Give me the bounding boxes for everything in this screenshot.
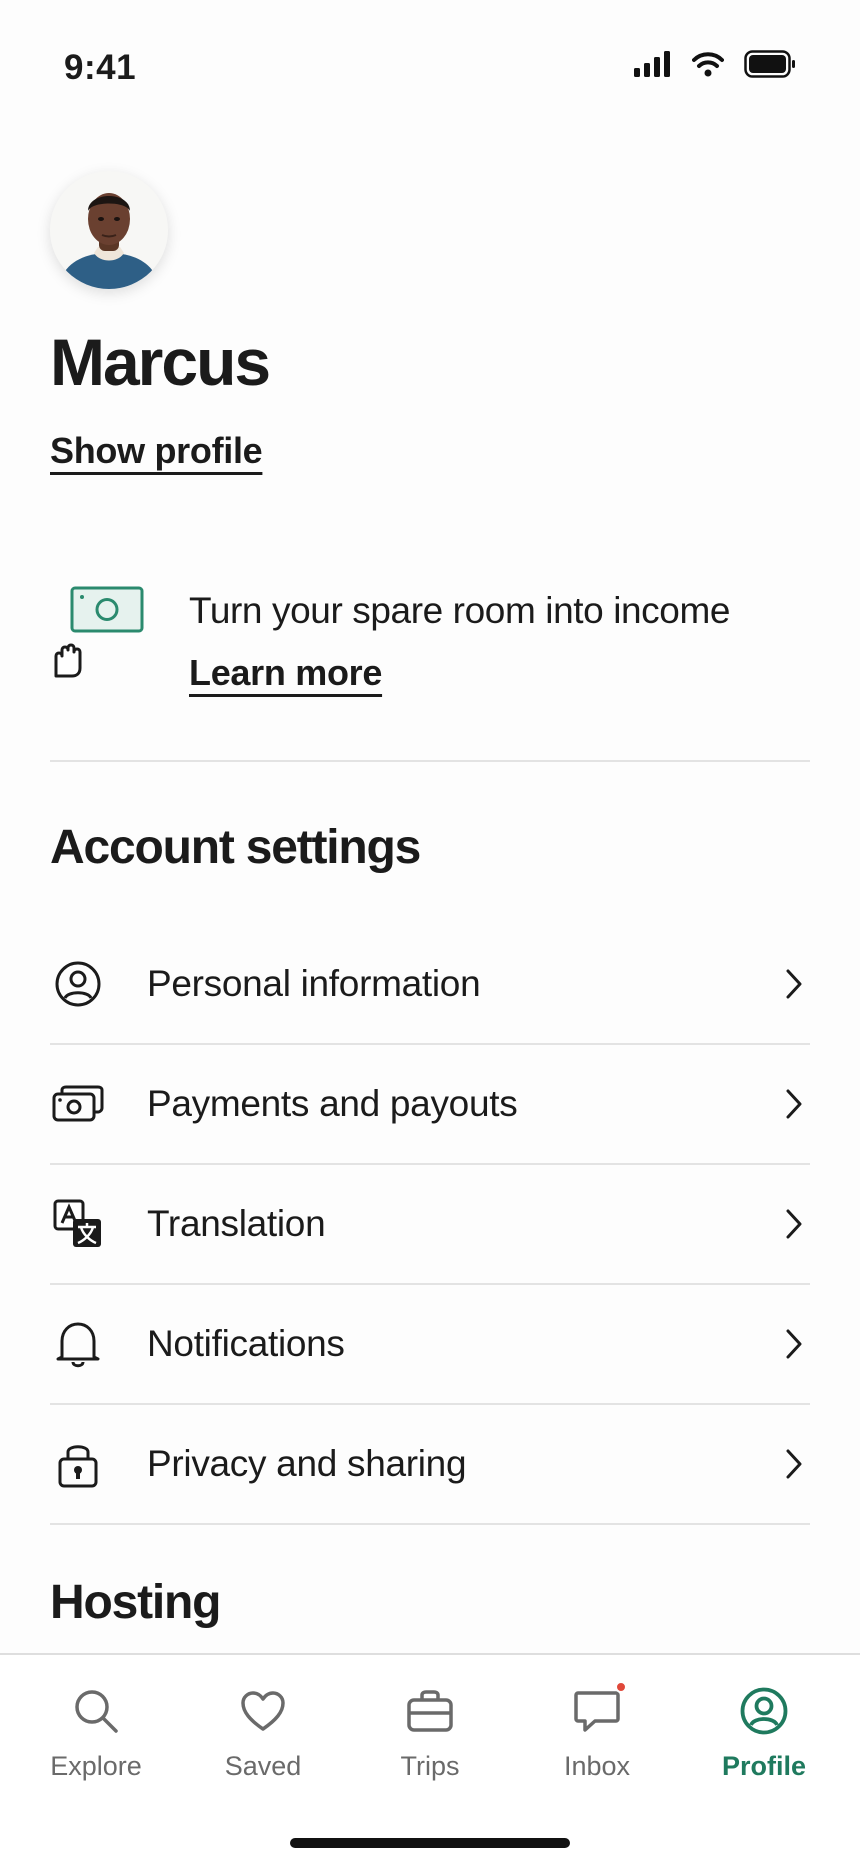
tab-label: Profile: [721, 1751, 807, 1781]
hosting-title: Hosting: [50, 1576, 221, 1629]
tab-bar: Explore Saved Trips Inbox Profile: [0, 1653, 860, 1864]
tab-profile[interactable]: Profile: [684, 1655, 844, 1795]
tab-label: Trips: [400, 1751, 460, 1781]
promo-text: Turn your spare room into income: [189, 590, 731, 631]
tab-label: Saved: [224, 1751, 302, 1781]
profile-icon: [739, 1685, 789, 1737]
status-time: 9:41: [64, 48, 137, 87]
status-bar: 9:41: [0, 0, 860, 130]
tab-explore[interactable]: Explore: [16, 1655, 176, 1795]
host-promo-banner[interactable]: Turn your spare room into income Learn m…: [50, 580, 810, 760]
tab-inbox[interactable]: Inbox: [517, 1655, 677, 1795]
settings-row-payments-and-payouts[interactable]: Payments and payouts: [50, 1045, 810, 1165]
divider: [50, 760, 810, 762]
settings-row-personal-information[interactable]: Personal information: [50, 925, 810, 1045]
battery-icon: [744, 50, 795, 78]
show-profile-link[interactable]: Show profile: [50, 430, 263, 472]
account-settings-title: Account settings: [50, 821, 421, 874]
settings-row-label: Translation: [147, 1203, 326, 1244]
avatar[interactable]: [50, 171, 168, 289]
briefcase-icon: [406, 1685, 454, 1737]
settings-row-notifications[interactable]: Notifications: [50, 1285, 810, 1405]
chevron-right-icon: [786, 1209, 802, 1239]
hand-with-cash-icon: [54, 586, 144, 678]
tab-trips[interactable]: Trips: [350, 1655, 510, 1795]
status-icons: [634, 50, 796, 78]
chat-bubble-icon: [573, 1681, 627, 1737]
heart-icon: [240, 1685, 286, 1737]
tab-saved[interactable]: Saved: [183, 1655, 343, 1795]
search-icon: [73, 1685, 119, 1737]
settings-row-translation[interactable]: Translation: [50, 1165, 810, 1285]
translate-icon: [50, 1196, 106, 1252]
user-circle-icon: [50, 956, 106, 1012]
banknotes-icon: [50, 1076, 106, 1132]
avatar-photo: [50, 171, 168, 289]
chevron-right-icon: [786, 1089, 802, 1119]
chevron-right-icon: [786, 1329, 802, 1359]
chevron-right-icon: [786, 1449, 802, 1479]
tab-label: Inbox: [563, 1751, 631, 1781]
bell-icon: [50, 1316, 106, 1372]
chevron-right-icon: [786, 969, 802, 999]
settings-row-label: Payments and payouts: [147, 1083, 518, 1124]
learn-more-link[interactable]: Learn more: [189, 652, 382, 694]
wifi-icon: [692, 52, 724, 77]
settings-row-label: Privacy and sharing: [147, 1443, 467, 1484]
home-indicator: [290, 1838, 570, 1848]
cellular-signal-icon: [634, 51, 670, 77]
settings-row-label: Notifications: [147, 1323, 345, 1364]
account-settings-list: Personal information Payments and payout…: [50, 925, 810, 1525]
lock-icon: [50, 1436, 106, 1492]
settings-row-privacy-and-sharing[interactable]: Privacy and sharing: [50, 1405, 810, 1525]
tab-label: Explore: [50, 1751, 142, 1781]
inbox-notification-badge: [615, 1681, 627, 1693]
profile-name: Marcus: [50, 325, 271, 399]
settings-row-label: Personal information: [147, 963, 481, 1004]
